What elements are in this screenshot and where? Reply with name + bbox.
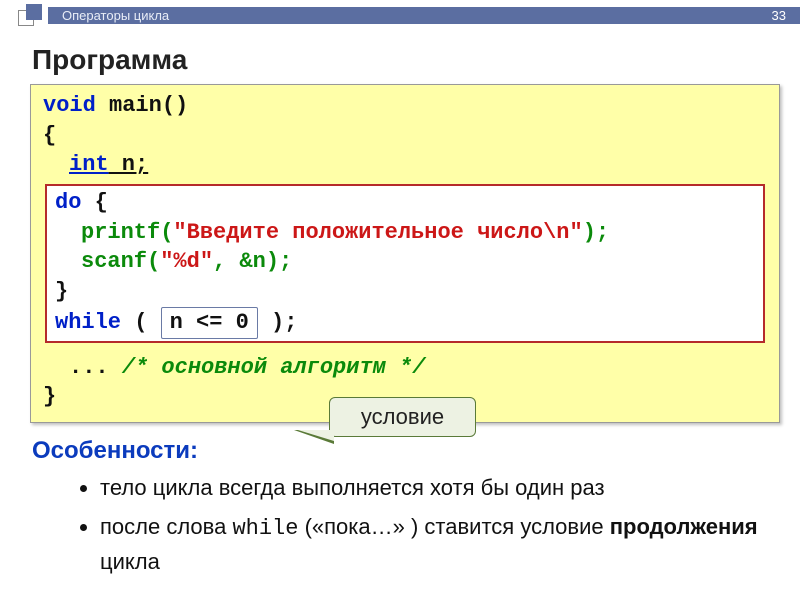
code-block: void main() { int n; do { printf("Введит… [30, 84, 780, 423]
code-keyword-do: do [55, 190, 81, 215]
bullet-text: («пока…» ) ставится условие [298, 514, 609, 539]
page-number: 33 [772, 8, 786, 23]
code-text: ( [121, 310, 161, 335]
features-list: тело цикла всегда выполняется хотя бы од… [60, 471, 800, 578]
code-text: , &n); [213, 249, 292, 274]
bullet-text: после слова [100, 514, 232, 539]
code-text: ( [160, 220, 173, 245]
header-decor-square-fill [26, 4, 42, 20]
breadcrumb: Операторы цикла 33 [48, 7, 800, 24]
breadcrumb-text: Операторы цикла [62, 8, 169, 23]
code-ellipsis: ... [69, 355, 122, 380]
condition-callout: условие [329, 397, 476, 437]
code-text: ); [583, 220, 609, 245]
while-condition: n <= 0 [170, 310, 249, 335]
code-string: "%d" [160, 249, 213, 274]
code-text: ); [258, 310, 298, 335]
while-condition-box: n <= 0 [161, 307, 258, 339]
bullet-text: тело цикла всегда выполняется хотя бы од… [100, 475, 605, 500]
bullet-bold: продолжения [610, 514, 758, 539]
code-func-scanf: scanf [81, 249, 147, 274]
slide-header: Операторы цикла 33 [0, 0, 800, 28]
code-text: { [81, 190, 107, 215]
list-item: после слова while («пока…» ) ставится ус… [100, 510, 800, 578]
do-while-block: do { printf("Введите положительное число… [45, 184, 765, 342]
code-text: n; [109, 152, 149, 177]
code-keyword-void: void [43, 93, 96, 118]
page-title: Программа [32, 44, 800, 76]
bullet-text: цикла [100, 549, 160, 574]
code-brace-close-inner: } [55, 277, 755, 307]
code-keyword-int: int [69, 152, 109, 177]
code-keyword-while: while [55, 310, 121, 335]
code-string: "Введите положительное число\n" [173, 220, 582, 245]
features-heading: Особенности: [32, 437, 800, 465]
code-func-printf: printf [81, 220, 160, 245]
code-comment: /* основной алгоритм */ [122, 355, 426, 380]
code-brace-open: { [43, 121, 767, 151]
code-text: main() [96, 93, 188, 118]
list-item: тело цикла всегда выполняется хотя бы од… [100, 471, 800, 504]
callout-label: условие [361, 402, 444, 432]
inline-code-while: while [232, 516, 298, 541]
code-text: ( [147, 249, 160, 274]
